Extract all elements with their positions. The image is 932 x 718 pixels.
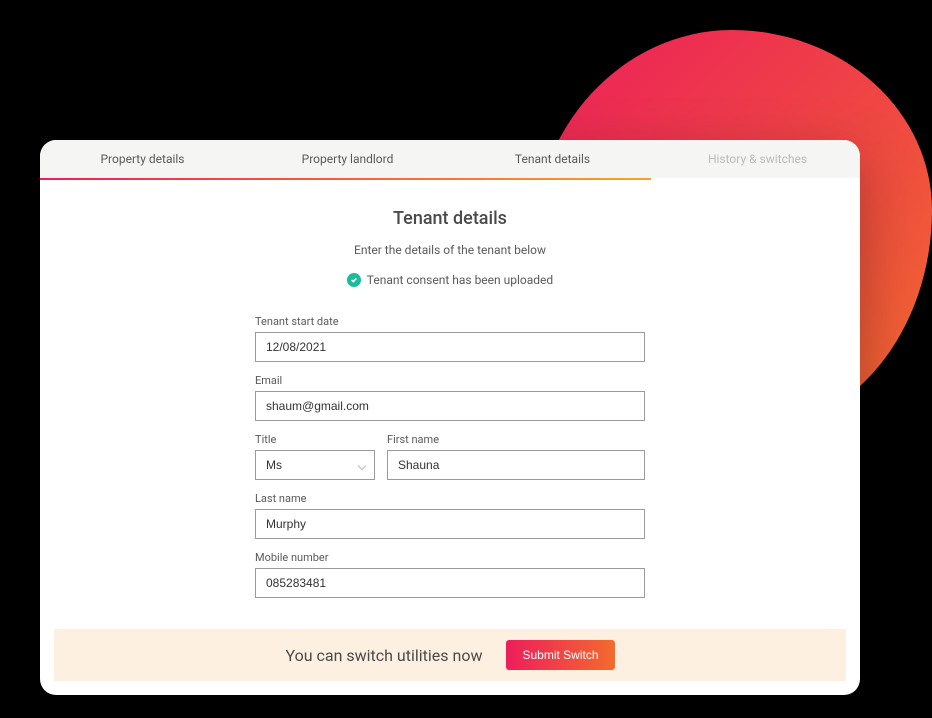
first-name-label: First name bbox=[387, 433, 645, 446]
submit-switch-button[interactable]: Submit Switch bbox=[506, 640, 614, 670]
tab-property-details[interactable]: Property details bbox=[40, 140, 245, 178]
tab-property-landlord[interactable]: Property landlord bbox=[245, 140, 450, 178]
email-input[interactable] bbox=[255, 391, 645, 421]
start-date-input[interactable] bbox=[255, 332, 645, 362]
tab-underline bbox=[40, 178, 860, 180]
page-subheading: Enter the details of the tenant below bbox=[80, 243, 820, 257]
footer-bar: You can switch utilities now Submit Swit… bbox=[54, 629, 846, 681]
tab-history-switches[interactable]: History & switches bbox=[655, 140, 860, 178]
tenant-form: Tenant start date Email Title bbox=[255, 315, 645, 598]
title-label: Title bbox=[255, 433, 375, 446]
last-name-label: Last name bbox=[255, 492, 645, 505]
last-name-input[interactable] bbox=[255, 509, 645, 539]
email-label: Email bbox=[255, 374, 645, 387]
tab-tenant-details[interactable]: Tenant details bbox=[450, 140, 655, 178]
main-card: Property details Property landlord Tenan… bbox=[40, 140, 860, 695]
footer-text: You can switch utilities now bbox=[285, 646, 482, 665]
content-area: Tenant details Enter the details of the … bbox=[40, 180, 860, 629]
tab-bar: Property details Property landlord Tenan… bbox=[40, 140, 860, 178]
start-date-label: Tenant start date bbox=[255, 315, 645, 328]
mobile-label: Mobile number bbox=[255, 551, 645, 564]
title-select[interactable] bbox=[255, 450, 375, 480]
page-heading: Tenant details bbox=[80, 208, 820, 229]
first-name-input[interactable] bbox=[387, 450, 645, 480]
consent-text: Tenant consent has been uploaded bbox=[367, 273, 553, 287]
mobile-input[interactable] bbox=[255, 568, 645, 598]
check-circle-icon bbox=[347, 273, 361, 287]
consent-status: Tenant consent has been uploaded bbox=[80, 273, 820, 287]
